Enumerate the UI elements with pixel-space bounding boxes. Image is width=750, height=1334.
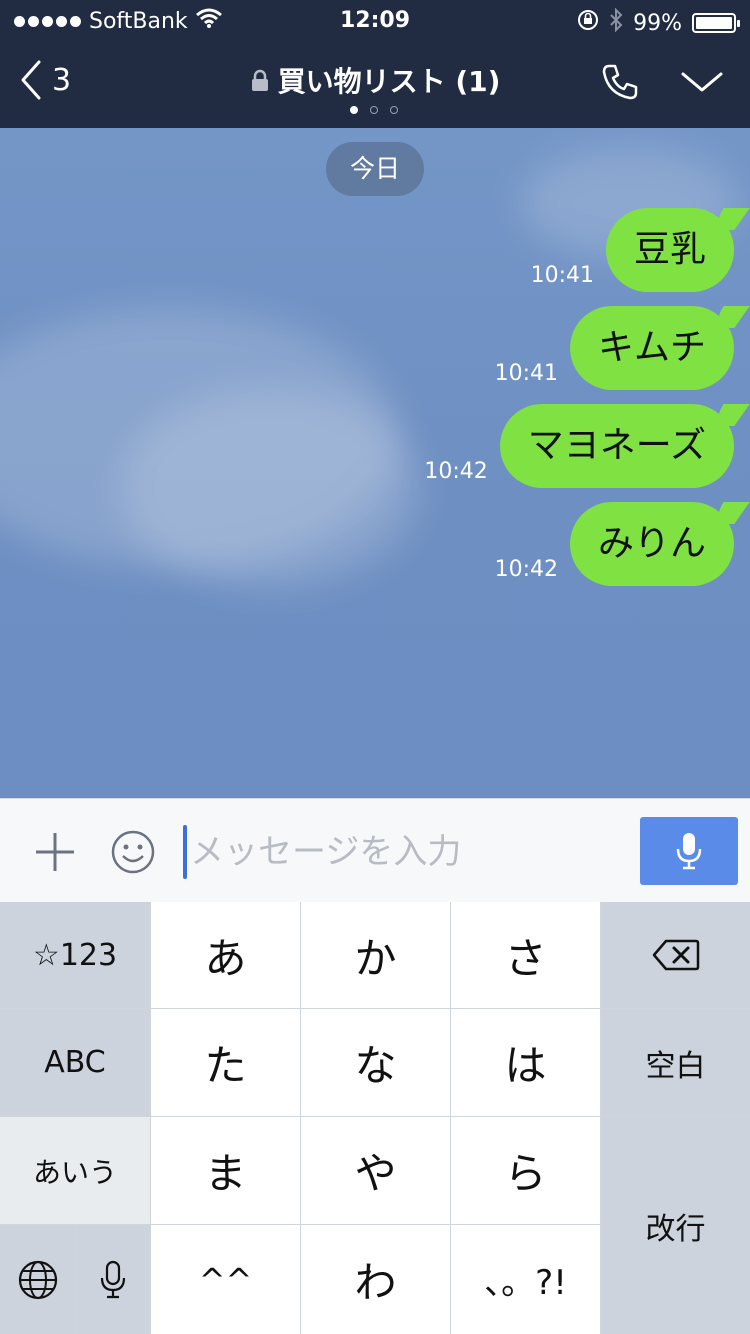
- kana-key-ma[interactable]: ま: [151, 1117, 300, 1224]
- symbols-key[interactable]: ☆123: [0, 902, 150, 1008]
- battery-fill: [696, 17, 732, 29]
- battery-percent: 99%: [633, 10, 682, 36]
- background-cloud: [120, 388, 420, 588]
- kana-key-ya[interactable]: や: [301, 1117, 450, 1224]
- battery-icon: [692, 13, 740, 33]
- menu-dropdown-button[interactable]: [680, 70, 724, 98]
- page-dot: [350, 106, 358, 114]
- dictation-key[interactable]: [76, 1225, 150, 1334]
- kana-key-ta[interactable]: た: [151, 1009, 300, 1116]
- kana-key-ra[interactable]: ら: [451, 1117, 600, 1224]
- abc-key[interactable]: ABC: [0, 1009, 150, 1116]
- message-bubble[interactable]: キムチ: [569, 306, 734, 390]
- keyboard: ☆123 あ か さ ABC た な は 空白 あいう ま や ら 改行 ^^ …: [0, 902, 750, 1334]
- header: SoftBank 12:09 99% 3 買い物リスト (1): [0, 0, 750, 128]
- nav-bar: 3 買い物リスト (1): [0, 40, 750, 128]
- message-time: 10:42: [494, 557, 558, 582]
- plus-icon: [36, 833, 74, 871]
- kana-key-ka[interactable]: か: [301, 902, 450, 1008]
- date-separator: 今日: [326, 142, 424, 196]
- message-bubble[interactable]: マヨネーズ: [499, 404, 734, 488]
- kana-key-na[interactable]: な: [301, 1009, 450, 1116]
- emoji-icon: [111, 830, 155, 874]
- attach-button[interactable]: [34, 831, 76, 877]
- message-row: 10:41 キムチ: [495, 306, 734, 390]
- kana-key-a[interactable]: あ: [151, 902, 300, 1008]
- emoticon-key[interactable]: ^^: [151, 1225, 300, 1334]
- page-dot: [390, 106, 398, 114]
- punctuation-key[interactable]: 、。?!: [451, 1225, 600, 1334]
- globe-icon: [18, 1260, 57, 1299]
- microphone-icon: [676, 833, 702, 870]
- status-right: 99%: [577, 7, 740, 38]
- chevron-down-icon: [681, 72, 723, 92]
- message-time: 10:41: [530, 263, 594, 288]
- message-time: 10:42: [424, 459, 488, 484]
- message-row: 10:42 みりん: [495, 502, 734, 586]
- call-button[interactable]: [600, 62, 640, 106]
- message-row: 10:42 マヨネーズ: [424, 404, 734, 488]
- space-key[interactable]: 空白: [601, 1009, 750, 1116]
- message-input-bar: [0, 798, 750, 902]
- chat-area[interactable]: 今日 10:41 豆乳 10:41 キムチ 10:42 マヨネーズ 10:42 …: [0, 128, 750, 798]
- message-bubble[interactable]: 豆乳: [605, 208, 734, 292]
- page-indicator: [350, 106, 398, 114]
- enter-key[interactable]: 改行: [601, 1117, 750, 1334]
- message-input[interactable]: [190, 823, 630, 881]
- voice-input-button[interactable]: [640, 817, 738, 885]
- status-bar: SoftBank 12:09 99%: [0, 0, 750, 40]
- message-time: 10:41: [494, 361, 558, 386]
- microphone-icon: [100, 1260, 126, 1298]
- kana-key-ha[interactable]: は: [451, 1009, 600, 1116]
- backspace-icon: [652, 939, 699, 971]
- text-cursor: [183, 825, 187, 879]
- phone-icon: [602, 64, 638, 100]
- chat-title-text: 買い物リスト (1): [277, 65, 501, 98]
- globe-key[interactable]: [0, 1225, 75, 1334]
- emoji-button[interactable]: [110, 829, 156, 879]
- lock-icon: [250, 67, 270, 100]
- message-bubble[interactable]: みりん: [569, 502, 734, 586]
- kana-key-wa[interactable]: わ: [301, 1225, 450, 1334]
- kana-mode-key[interactable]: あいう: [0, 1117, 150, 1224]
- orientation-lock-icon: [577, 9, 599, 37]
- kana-key-sa[interactable]: さ: [451, 902, 600, 1008]
- backspace-key[interactable]: [601, 902, 750, 1008]
- page-dot: [370, 106, 378, 114]
- message-row: 10:41 豆乳: [531, 208, 734, 292]
- bluetooth-icon: [609, 7, 623, 38]
